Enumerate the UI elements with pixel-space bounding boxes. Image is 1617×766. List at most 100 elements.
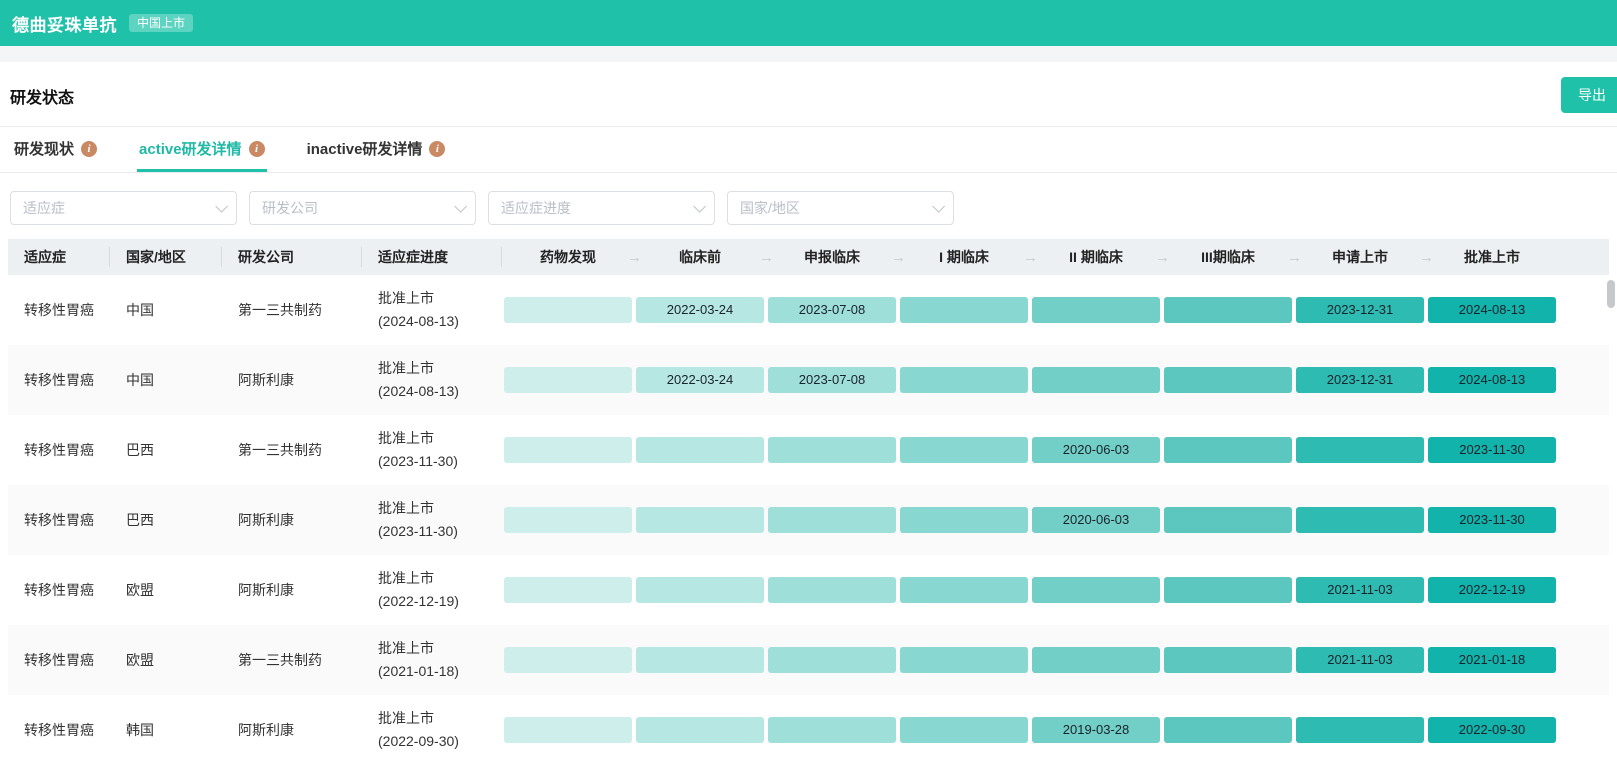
progress-status: 批准上市 <box>378 427 502 450</box>
stage-cell <box>1030 367 1162 393</box>
stage-bar <box>1164 717 1292 743</box>
stage-cell: 2023-11-30 <box>1426 507 1558 533</box>
region-cell: 韩国 <box>110 720 222 740</box>
progress-filter-select[interactable]: 适应症进度 <box>488 191 715 225</box>
rd-status-card: 研发状态 导出 研发现状 i active研发详情 i inactive研发详情… <box>0 62 1617 766</box>
region-cell: 巴西 <box>110 440 222 460</box>
stage-column-header: 药物发现→ <box>502 239 634 275</box>
select-placeholder: 适应症 <box>23 198 65 218</box>
stage-bar <box>1164 367 1292 393</box>
stage-cell: 2022-12-19 <box>1426 577 1558 603</box>
drug-header-banner: 德曲妥珠单抗 中国上市 <box>0 0 1617 46</box>
stage-cell: 2022-03-24 <box>634 297 766 323</box>
export-button[interactable]: 导出 <box>1561 77 1617 113</box>
stage-bar <box>900 437 1028 463</box>
stage-bar <box>1164 647 1292 673</box>
progress-status: 批准上市 <box>378 357 502 380</box>
progress-status: 批准上市 <box>378 497 502 520</box>
table-row: 转移性胃癌韩国阿斯利康批准上市(2022-09-30)2019-03-28202… <box>8 695 1609 765</box>
stage-cell <box>898 717 1030 743</box>
stage-bar: 2023-11-30 <box>1428 437 1556 463</box>
stage-cell <box>502 717 634 743</box>
stage-cell: 2022-09-30 <box>1426 717 1558 743</box>
stage-bar <box>1296 507 1424 533</box>
stage-bar <box>768 437 896 463</box>
company-cell: 第一三共制药 <box>222 440 362 460</box>
tab-inactive-rd-details[interactable]: inactive研发详情 i <box>305 127 448 172</box>
stage-bar <box>1164 297 1292 323</box>
stage-cell <box>766 577 898 603</box>
stage-bar <box>504 297 632 323</box>
stage-bar: 2023-11-30 <box>1428 507 1556 533</box>
vertical-scrollbar-thumb[interactable] <box>1607 280 1615 308</box>
table-row: 转移性胃癌巴西第一三共制药批准上市(2023-11-30)2020-06-032… <box>8 415 1609 485</box>
stage-bar: 2022-12-19 <box>1428 577 1556 603</box>
table-row: 转移性胃癌欧盟阿斯利康批准上市(2022-12-19)2021-11-03202… <box>8 555 1609 625</box>
stage-bar <box>504 367 632 393</box>
section-title: 研发状态 <box>10 90 74 107</box>
company-filter-select[interactable]: 研发公司 <box>249 191 476 225</box>
stage-cell: 2023-12-31 <box>1294 297 1426 323</box>
stage-bar <box>636 577 764 603</box>
stage-arrow-icon: → <box>1287 249 1302 266</box>
stage-cell: 2022-03-24 <box>634 367 766 393</box>
stage-column-header: 申报临床→ <box>766 239 898 275</box>
listed-status-badge: 中国上市 <box>129 14 193 32</box>
stage-bar <box>504 507 632 533</box>
column-header: 适应症进度 <box>362 239 502 275</box>
progress-date: (2022-12-19) <box>378 590 502 613</box>
progress-date: (2021-01-18) <box>378 660 502 683</box>
region-filter-select[interactable]: 国家/地区 <box>727 191 954 225</box>
select-placeholder: 适应症进度 <box>501 198 571 218</box>
stage-bar: 2023-12-31 <box>1296 297 1424 323</box>
stage-cell <box>898 647 1030 673</box>
progress-cell: 批准上市(2022-09-30) <box>362 707 502 753</box>
column-header: 研发公司 <box>222 239 362 275</box>
stage-bar <box>636 717 764 743</box>
stage-bar: 2020-06-03 <box>1032 437 1160 463</box>
region-cell: 欧盟 <box>110 650 222 670</box>
select-placeholder: 研发公司 <box>262 198 318 218</box>
stage-cell <box>634 507 766 533</box>
stage-cell: 2021-01-18 <box>1426 647 1558 673</box>
info-icon[interactable]: i <box>249 141 265 157</box>
stage-column-header: I 期临床→ <box>898 239 1030 275</box>
stage-cell: 2021-11-03 <box>1294 647 1426 673</box>
stage-arrow-icon: → <box>627 249 642 266</box>
section-header: 研发状态 导出 <box>0 62 1617 127</box>
stage-bar: 2020-06-03 <box>1032 507 1160 533</box>
tab-active-rd-details[interactable]: active研发详情 i <box>137 127 267 172</box>
stage-bar: 2022-09-30 <box>1428 717 1556 743</box>
info-icon[interactable]: i <box>429 141 445 157</box>
stage-bar: 2021-11-03 <box>1296 577 1424 603</box>
table-row: 转移性胃癌中国阿斯利康批准上市(2024-08-13)2022-03-24202… <box>8 345 1609 415</box>
table-row: 转移性胃癌中国第一三共制药批准上市(2024-08-13)2022-03-242… <box>8 275 1609 345</box>
stage-bar <box>768 507 896 533</box>
stage-cell <box>634 437 766 463</box>
progress-date: (2023-11-30) <box>378 450 502 473</box>
company-cell: 第一三共制药 <box>222 650 362 670</box>
info-icon[interactable]: i <box>81 141 97 157</box>
stage-bar: 2023-12-31 <box>1296 367 1424 393</box>
table-header-row: 适应症国家/地区研发公司适应症进度药物发现→临床前→申报临床→I 期临床→II … <box>8 239 1609 275</box>
stage-cell: 2023-12-31 <box>1294 367 1426 393</box>
stage-bar <box>768 577 896 603</box>
stage-arrow-icon: → <box>891 249 906 266</box>
stage-bar <box>636 647 764 673</box>
stage-column-header: II 期临床→ <box>1030 239 1162 275</box>
stage-cell: 2023-07-08 <box>766 297 898 323</box>
stage-bar <box>1296 717 1424 743</box>
stage-cell <box>1162 647 1294 673</box>
stage-cell <box>502 297 634 323</box>
stage-cell <box>634 717 766 743</box>
tab-rd-overview[interactable]: 研发现状 i <box>12 127 99 172</box>
stage-bar: 2023-07-08 <box>768 297 896 323</box>
stage-arrow-icon: → <box>1419 249 1434 266</box>
stage-bar <box>1032 647 1160 673</box>
stage-bar <box>1164 437 1292 463</box>
stage-bar <box>768 647 896 673</box>
stage-cell <box>1030 647 1162 673</box>
stage-cell <box>1030 297 1162 323</box>
indication-filter-select[interactable]: 适应症 <box>10 191 237 225</box>
stage-cell <box>1294 507 1426 533</box>
